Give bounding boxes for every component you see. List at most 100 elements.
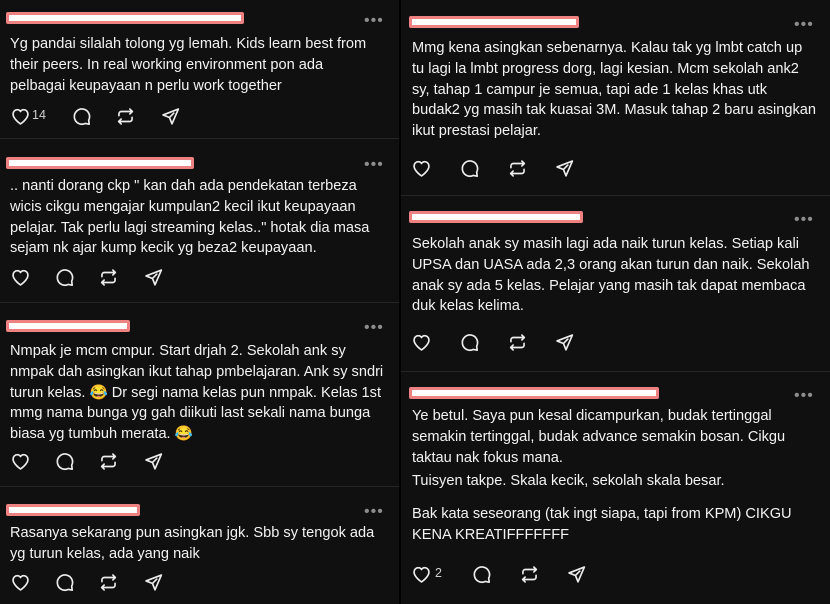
repost-icon [509,159,525,177]
left-column: ••• Yg pandai silalah tolong yg lemah. K… [0,0,399,604]
repost-button[interactable] [505,330,529,354]
post-paragraph: Tuisyen takpe. Skala kecik, sekolah skal… [412,473,725,490]
comment-icon [73,107,90,125]
repost-button[interactable] [517,562,541,586]
like-button[interactable] [8,570,32,594]
post-actions [409,330,609,354]
like-button[interactable] [409,156,433,180]
share-button[interactable] [158,104,182,128]
share-button[interactable] [141,449,165,473]
share-icon [555,333,573,351]
heart-icon [412,566,430,583]
like-button[interactable] [8,449,32,473]
post-text: Rasanya sekarang pun asingkan jgk. Sbb s… [10,523,390,565]
more-options-icon[interactable]: ••• [794,388,814,404]
heart-icon [11,574,29,591]
redacted-username [6,320,130,332]
comment-icon [56,573,73,591]
reply-post: ••• Sekolah anak sy masih lagi ada naik … [401,196,830,370]
post-paragraph: Rasanya sekarang pun asingkan jgk. Sbb s… [10,525,375,562]
post-paragraph: .. nanti dorang ckp " kan dah ada pendek… [10,178,370,257]
heart-icon [11,453,29,470]
more-options-icon[interactable]: ••• [364,320,384,336]
repost-icon [521,565,537,583]
reply-post: ••• Ye betul. Saya pun kesal dicampurkan… [401,372,830,604]
repost-button[interactable] [96,265,120,289]
post-paragraph: Ye betul. Saya pun kesal dicampurkan, bu… [412,408,786,466]
like-button[interactable] [8,104,32,128]
post-text: Yg pandai silalah tolong yg lemah. Kids … [10,34,380,96]
post-text: Ye betul. Saya pun kesal dicampurkan, bu… [412,406,817,546]
comment-icon [473,565,490,583]
repost-icon [100,268,116,286]
post-actions [8,570,208,594]
repost-icon [100,573,116,591]
post-paragraph: Bak kata seseorang (tak ingt siapa, tapi… [412,506,792,543]
redacted-username [409,387,659,399]
comment-button[interactable] [469,562,493,586]
post-actions [409,156,609,180]
share-icon [144,452,162,470]
share-icon [144,268,162,286]
more-options-icon[interactable]: ••• [794,212,814,228]
comment-button[interactable] [52,265,76,289]
heart-icon [412,160,430,177]
repost-icon [100,452,116,470]
comment-button[interactable] [457,330,481,354]
redacted-username [409,211,583,223]
share-icon [567,565,585,583]
share-button[interactable] [141,570,165,594]
comment-icon [461,333,478,351]
share-button[interactable] [552,156,576,180]
comment-icon [56,268,73,286]
heart-icon [11,269,29,286]
more-options-icon[interactable]: ••• [364,504,384,520]
comment-button[interactable] [457,156,481,180]
more-options-icon[interactable]: ••• [364,157,384,173]
comment-button[interactable] [52,449,76,473]
post-paragraph: Yg pandai silalah tolong yg lemah. Kids … [10,36,367,94]
post-actions: 2 [409,562,609,586]
more-options-icon[interactable]: ••• [794,17,814,33]
reply-post: ••• Yg pandai silalah tolong yg lemah. K… [0,0,399,137]
comment-button[interactable] [52,570,76,594]
comment-button[interactable] [69,104,93,128]
post-paragraph: Sekolah anak sy masih lagi ada naik turu… [412,236,810,315]
repost-button[interactable] [505,156,529,180]
like-button[interactable] [409,562,433,586]
redacted-username [409,16,579,28]
repost-icon [509,333,525,351]
repost-button[interactable] [113,104,137,128]
redacted-username [6,12,244,24]
like-count: 2 [435,566,442,580]
post-text: Mmg kena asingkan sebenarnya. Kalau tak … [412,38,817,142]
post-paragraph: Nmpak je mcm cmpur. Start drjah 2. Sekol… [10,343,384,443]
repost-button[interactable] [96,449,120,473]
reply-post: ••• Rasanya sekarang pun asingkan jgk. S… [0,487,399,604]
share-button[interactable] [564,562,588,586]
reply-post: ••• Nmpak je mcm cmpur. Start drjah 2. S… [0,303,399,485]
comment-icon [461,159,478,177]
redacted-username [6,504,140,516]
repost-button[interactable] [96,570,120,594]
share-button[interactable] [552,330,576,354]
share-button[interactable] [141,265,165,289]
post-text: Nmpak je mcm cmpur. Start drjah 2. Sekol… [10,341,390,445]
reply-post: ••• .. nanti dorang ckp " kan dah ada pe… [0,139,399,302]
comment-icon [56,452,73,470]
like-button[interactable] [8,265,32,289]
right-column: ••• Mmg kena asingkan sebenarnya. Kalau … [401,0,830,604]
post-text: .. nanti dorang ckp " kan dah ada pendek… [10,176,380,259]
post-paragraph: Mmg kena asingkan sebenarnya. Kalau tak … [412,40,816,140]
like-count: 14 [32,108,46,122]
post-text: Sekolah anak sy masih lagi ada naik turu… [412,234,817,317]
heart-icon [412,334,430,351]
repost-icon [117,107,133,125]
share-icon [144,573,162,591]
share-icon [555,159,573,177]
more-options-icon[interactable]: ••• [364,13,384,29]
like-button[interactable] [409,330,433,354]
share-icon [161,107,179,125]
post-actions [8,449,208,473]
reply-post: ••• Mmg kena asingkan sebenarnya. Kalau … [401,0,830,194]
